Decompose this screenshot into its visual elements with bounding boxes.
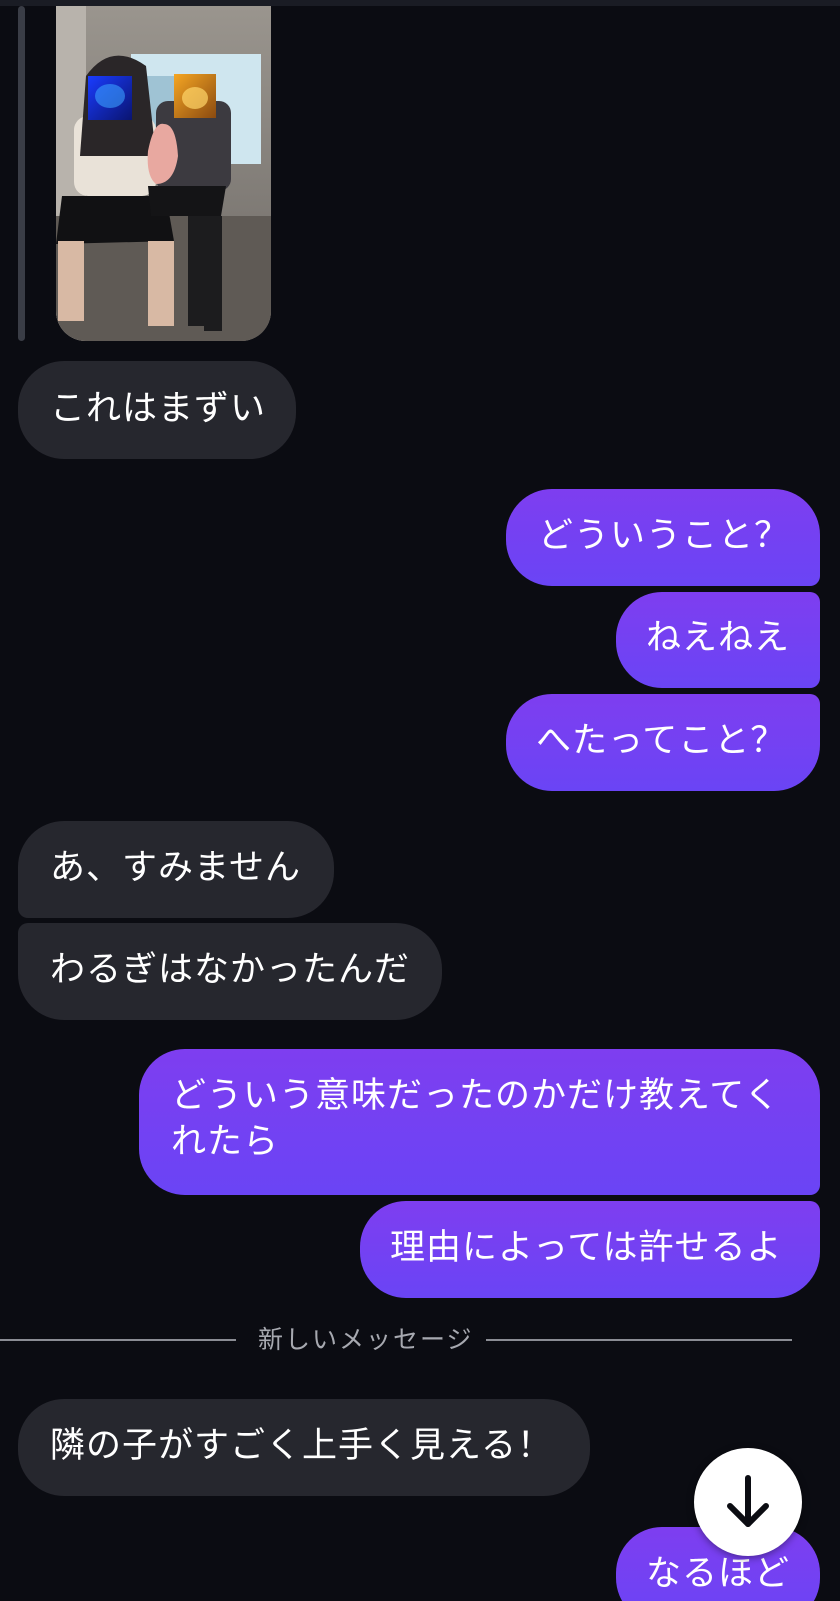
message-text: あ、すみません [50,848,301,888]
chat-screen: これはまずい どういうこと？ ねえねえ へたってこと？ あ、すみません わるぎは… [0,0,840,1601]
divider-line-right [486,1339,792,1341]
new-messages-divider: 新しいメッセージ [0,1316,840,1364]
message-outgoing[interactable]: どういうこと？ [506,489,820,586]
message-outgoing[interactable]: ねえねえ [616,592,820,688]
message-text: わるぎはなかったんだ [50,950,411,990]
message-incoming[interactable]: 隣の子がすごく上手く見える！ [18,1399,590,1496]
message-text-line: どういう意味だったのかだけ教えてく [171,1076,781,1116]
message-outgoing[interactable]: へたってこと？ [506,694,820,791]
message-incoming[interactable]: わるぎはなかったんだ [18,923,442,1020]
scroll-to-bottom-button[interactable] [694,1448,802,1556]
message-outgoing[interactable]: どういう意味だったのかだけ教えてく れたら [139,1049,820,1195]
message-outgoing[interactable]: 理由によっては許せるよ [360,1201,820,1298]
shared-photo[interactable] [56,6,271,341]
message-text: 理由によっては許せるよ [390,1228,783,1268]
reply-quote-bar [18,6,25,341]
message-text-line: れたら [171,1122,280,1162]
message-text: なるほど [646,1554,791,1594]
new-messages-label: 新しいメッセージ [258,1325,474,1354]
message-text: 隣の子がすごく上手く見える！ [50,1426,553,1466]
message-text: へたってこと？ [536,721,787,761]
divider-line-left [0,1339,236,1341]
message-text: ねえねえ [646,618,791,658]
message-incoming[interactable]: あ、すみません [18,821,334,918]
arrow-down-icon [727,1475,769,1527]
message-text: どういうこと？ [538,516,791,556]
shared-photo-image [56,6,271,341]
message-text: これはまずい [50,389,267,429]
message-incoming[interactable]: これはまずい [18,361,296,459]
